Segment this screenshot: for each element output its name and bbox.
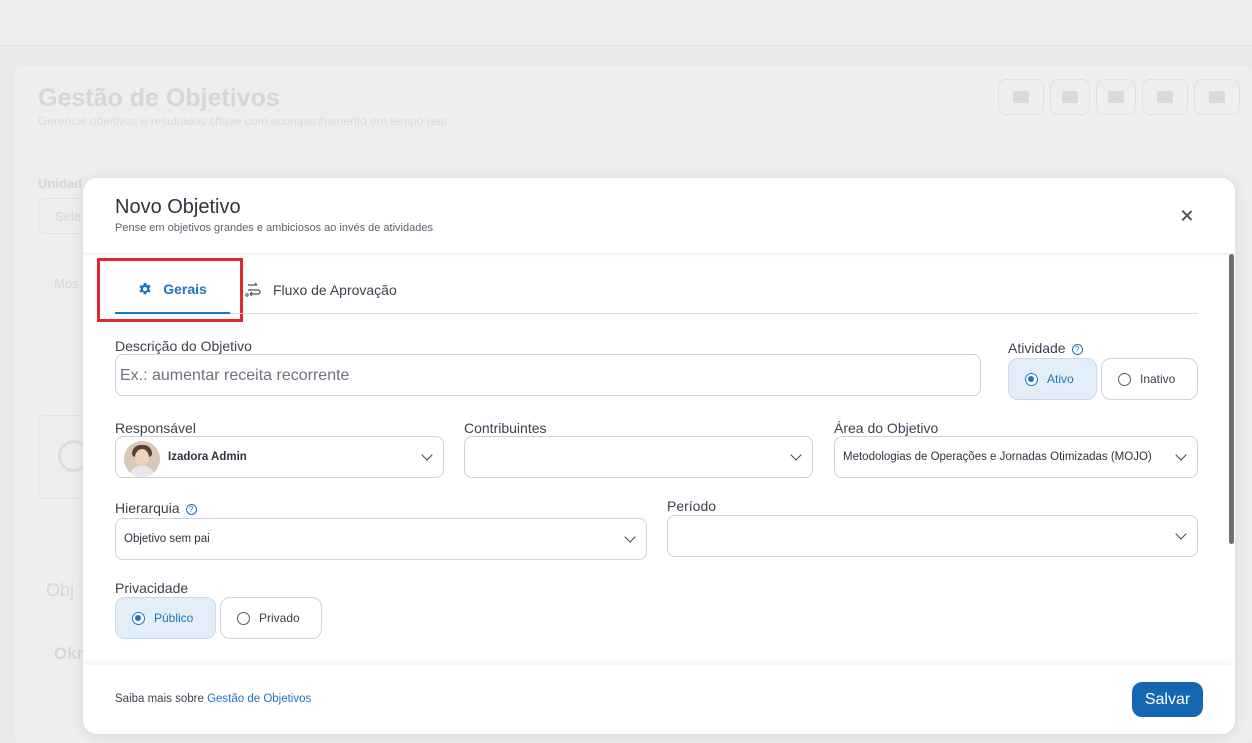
area-value: Metodologias de Operações e Jornadas Oti… [843,451,1152,463]
tab-gerais-label: Gerais [163,281,207,297]
toolbar [998,79,1240,115]
area-select[interactable]: Metodologias de Operações e Jornadas Oti… [834,436,1198,478]
modal-subtitle: Pense em objetivos grandes e ambiciosos … [115,222,433,234]
chevron-down-icon [624,531,636,543]
trash-icon [1062,91,1078,103]
responsible-value: Izadora Admin [168,451,247,463]
hierarchy-select[interactable]: Objetivo sem pai [115,518,647,560]
period-label: Período [667,498,717,514]
close-icon[interactable] [1177,206,1197,226]
modal-footer: Saiba mais sobre Gestão de Objetivos Sal… [83,665,1235,734]
responsible-label: Responsável [115,420,196,436]
top-bar [0,0,1252,46]
unit-select-placeholder: Sele [55,209,82,224]
okr-heading: Okr [54,644,84,663]
tab-approval-flow[interactable]: Fluxo de Aprovação [245,266,397,314]
activity-label-wrap: Atividade? [1008,340,1083,356]
list-view-button[interactable] [998,79,1044,115]
unit-label: Unidad [38,176,83,191]
activity-label: Atividade [1008,340,1066,356]
description-placeholder: Ex.: aumentar receita recorrente [120,367,350,384]
area-label: Área do Objetivo [834,420,939,436]
footer-text-wrap: Saiba mais sobre Gestão de Objetivos [115,693,311,705]
activity-active-label: Ativo [1047,372,1074,386]
privacy-private-label: Privado [259,611,300,625]
description-label: Descrição do Objetivo [115,338,252,354]
page-title: Gestão de Objetivos [38,84,280,112]
tab-approval-flow-label: Fluxo de Aprovação [273,282,397,298]
modal-header: Novo Objetivo Pense em objetivos grandes… [83,178,1235,254]
hierarchy-button[interactable] [1194,79,1240,115]
sitemap-icon [1209,91,1225,103]
radio-unchecked-icon [237,611,250,625]
radio-checked-icon [1025,372,1038,386]
tab-bar: Gerais Fluxo de Aprovação [115,266,1198,314]
chevron-down-icon [421,449,433,461]
radio-checked-icon [132,611,145,625]
flow-icon [245,282,261,297]
tab-gerais[interactable]: Gerais [115,266,230,314]
help-icon[interactable]: ? [185,503,197,515]
show-label: Mos [54,276,79,291]
objectives-heading: Obj [46,580,75,600]
save-button[interactable]: Salvar [1132,682,1203,717]
radio-unchecked-icon [1118,372,1131,386]
info-button[interactable] [1096,79,1136,115]
info-icon [1108,91,1124,103]
chevron-down-icon [1175,528,1187,540]
menu-button[interactable] [1142,79,1188,115]
activity-inactive-label: Inativo [1140,372,1176,386]
hierarchy-label: Hierarquia [115,500,180,516]
page-subtitle: Gerencie objetivos e resultados chave co… [38,114,447,128]
period-select[interactable] [667,515,1198,557]
scrollbar[interactable] [1229,254,1234,544]
help-icon[interactable]: ? [1071,343,1083,355]
menu-icon [1157,91,1173,103]
avatar [124,441,160,477]
hierarchy-label-wrap: Hierarquia? [115,500,197,516]
footer-link[interactable]: Gestão de Objetivos [207,693,311,705]
contributors-select[interactable] [464,436,813,478]
privacy-public-radio[interactable]: Público [115,597,216,639]
hierarchy-value: Objetivo sem pai [124,533,210,545]
chevron-down-icon [790,449,802,461]
activity-active-radio[interactable]: Ativo [1008,358,1097,400]
privacy-label: Privacidade [115,580,189,596]
privacy-public-label: Público [154,611,194,625]
activity-inactive-radio[interactable]: Inativo [1101,358,1198,400]
list-icon [1013,91,1029,103]
modal-title: Novo Objetivo [115,196,241,218]
description-input[interactable]: Ex.: aumentar receita recorrente [115,354,981,396]
new-objective-modal: Novo Objetivo Pense em objetivos grandes… [83,178,1235,734]
footer-text: Saiba mais sobre [115,693,204,705]
gear-icon [139,282,151,295]
contributors-label: Contribuintes [464,420,547,436]
delete-button[interactable] [1050,79,1090,115]
responsible-select[interactable]: Izadora Admin [115,436,444,478]
privacy-private-radio[interactable]: Privado [220,597,322,639]
